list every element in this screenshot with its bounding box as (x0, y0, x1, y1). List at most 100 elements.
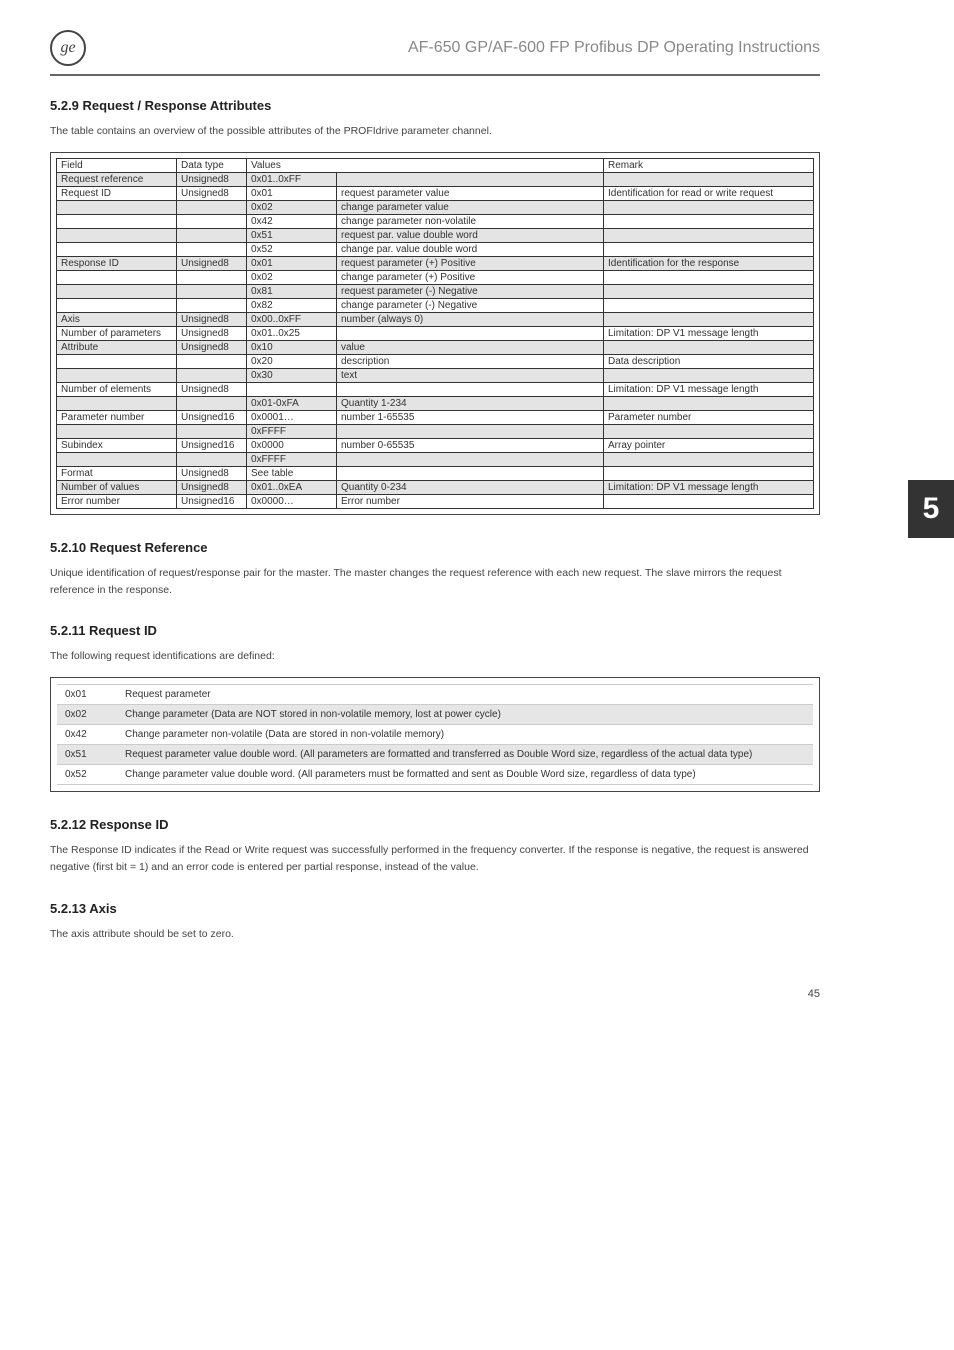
cell-value: 0x00..0xFF (247, 312, 337, 326)
cell-remark (604, 368, 814, 382)
cell-code: 0x02 (57, 705, 117, 725)
cell-value: 0x52 (247, 242, 337, 256)
cell-type (177, 242, 247, 256)
cell-value: 0x10 (247, 340, 337, 354)
cell-desc: Error number (337, 494, 604, 508)
text-5210: Unique identification of request/respons… (50, 565, 820, 599)
cell-remark: Limitation: DP V1 message length (604, 480, 814, 494)
chapter-tab: 5 (908, 480, 954, 538)
cell-value: 0x01-0xFA (247, 396, 337, 410)
cell-value: 0x82 (247, 298, 337, 312)
cell-value (247, 382, 337, 396)
cell-desc: change parameter non-volatile (337, 214, 604, 228)
col-header: Values (247, 158, 604, 172)
cell-remark (604, 228, 814, 242)
cell-text: Change parameter (Data are NOT stored in… (117, 705, 813, 725)
cell-field (57, 396, 177, 410)
cell-remark (604, 494, 814, 508)
cell-desc: Quantity 1-234 (337, 396, 604, 410)
document-title: AF-650 GP/AF-600 FP Profibus DP Operatin… (408, 39, 820, 57)
cell-remark (604, 466, 814, 480)
cell-type (177, 284, 247, 298)
heading-529: 5.2.9 Request / Response Attributes (50, 98, 820, 113)
cell-type: Unsigned8 (177, 186, 247, 200)
cell-type: Unsigned8 (177, 340, 247, 354)
cell-desc: number (always 0) (337, 312, 604, 326)
cell-type (177, 354, 247, 368)
cell-remark (604, 424, 814, 438)
cell-type (177, 214, 247, 228)
cell-type (177, 270, 247, 284)
cell-remark (604, 284, 814, 298)
cell-field: Attribute (57, 340, 177, 354)
intro-529: The table contains an overview of the po… (50, 123, 820, 140)
cell-value: 0x0000 (247, 438, 337, 452)
cell-field: Number of elements (57, 382, 177, 396)
cell-value: 0xFFFF (247, 452, 337, 466)
cell-type (177, 368, 247, 382)
cell-type: Unsigned8 (177, 312, 247, 326)
col-header: Data type (177, 158, 247, 172)
cell-value: 0x02 (247, 200, 337, 214)
cell-field: Error number (57, 494, 177, 508)
section-529: 5.2.9 Request / Response Attributes The … (50, 98, 820, 515)
cell-desc: request par. value double word (337, 228, 604, 242)
cell-value: See table (247, 466, 337, 480)
cell-code: 0x51 (57, 745, 117, 765)
cell-remark (604, 340, 814, 354)
cell-remark: Limitation: DP V1 message length (604, 382, 814, 396)
cell-field (57, 354, 177, 368)
cell-desc: text (337, 368, 604, 382)
text-5212: The Response ID indicates if the Read or… (50, 842, 820, 876)
page: ge AF-650 GP/AF-600 FP Profibus DP Opera… (0, 0, 870, 988)
cell-type (177, 424, 247, 438)
cell-remark: Identification for the response (604, 256, 814, 270)
section-5211: 5.2.11 Request ID The following request … (50, 623, 820, 792)
cell-field: Request reference (57, 172, 177, 186)
cell-remark (604, 452, 814, 466)
cell-desc: value (337, 340, 604, 354)
table-5211: 0x01Request parameter0x02Change paramete… (57, 684, 813, 785)
cell-type: Unsigned16 (177, 410, 247, 424)
cell-type (177, 396, 247, 410)
cell-field (57, 424, 177, 438)
cell-code: 0x01 (57, 685, 117, 705)
cell-desc (337, 466, 604, 480)
cell-desc: change parameter value (337, 200, 604, 214)
cell-remark: Parameter number (604, 410, 814, 424)
cell-field (57, 270, 177, 284)
col-header: Remark (604, 158, 814, 172)
cell-remark: Limitation: DP V1 message length (604, 326, 814, 340)
cell-value: 0x01..0x25 (247, 326, 337, 340)
cell-desc: change par. value double word (337, 242, 604, 256)
cell-desc (337, 172, 604, 186)
cell-field (57, 452, 177, 466)
cell-desc: number 0-65535 (337, 438, 604, 452)
ge-logo-icon: ge (50, 30, 86, 66)
heading-5213: 5.2.13 Axis (50, 901, 820, 916)
section-5213: 5.2.13 Axis The axis attribute should be… (50, 901, 820, 943)
cell-remark (604, 200, 814, 214)
cell-desc (337, 326, 604, 340)
cell-value: 0x01..0xEA (247, 480, 337, 494)
cell-field: Response ID (57, 256, 177, 270)
cell-text: Request parameter value double word. (Al… (117, 745, 813, 765)
cell-desc: request parameter value (337, 186, 604, 200)
cell-desc (337, 382, 604, 396)
cell-value: 0x20 (247, 354, 337, 368)
cell-field: Request ID (57, 186, 177, 200)
cell-text: Change parameter non-volatile (Data are … (117, 725, 813, 745)
cell-desc: Quantity 0-234 (337, 480, 604, 494)
table-529-wrap: FieldData typeValuesRemarkRequest refere… (50, 152, 820, 515)
cell-desc: number 1-65535 (337, 410, 604, 424)
cell-field (57, 242, 177, 256)
cell-field (57, 200, 177, 214)
cell-type: Unsigned16 (177, 438, 247, 452)
cell-value: 0x0000… (247, 494, 337, 508)
cell-remark (604, 298, 814, 312)
text-5213: The axis attribute should be set to zero… (50, 926, 820, 943)
cell-desc: request parameter (-) Negative (337, 284, 604, 298)
cell-remark (604, 396, 814, 410)
cell-remark (604, 172, 814, 186)
cell-value: 0xFFFF (247, 424, 337, 438)
